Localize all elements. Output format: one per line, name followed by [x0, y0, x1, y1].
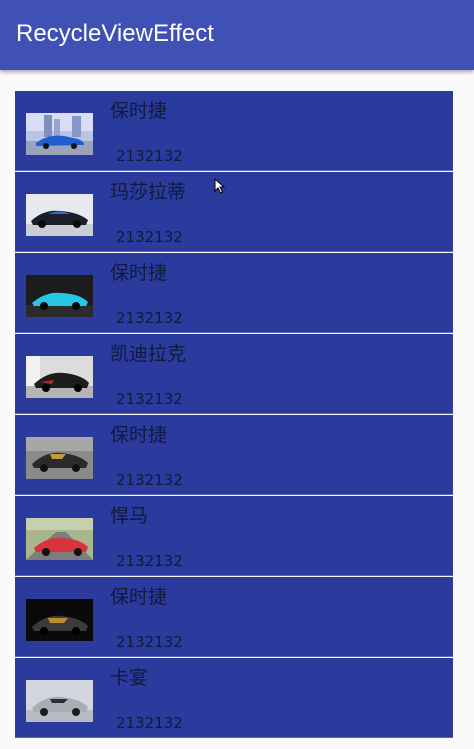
- car-name: 玛莎拉蒂: [110, 181, 187, 203]
- car-number: 2132132: [116, 309, 183, 327]
- list-item[interactable]: 保时捷 2132132: [15, 91, 453, 171]
- list-item[interactable]: 保时捷 2132132: [15, 415, 453, 495]
- list-item[interactable]: 保时捷 2132132: [15, 577, 453, 657]
- recycler-list[interactable]: 保时捷 2132132 玛莎拉蒂 2132132 保时捷 2132132 凯迪拉…: [15, 91, 453, 749]
- car-name: 保时捷: [110, 424, 168, 446]
- list-item[interactable]: 保时捷 2132132: [15, 253, 453, 333]
- car-number: 2132132: [116, 633, 183, 651]
- car-thumbnail: [26, 437, 93, 479]
- car-thumbnail: [26, 194, 93, 236]
- mouse-pointer-icon: [214, 178, 226, 194]
- car-thumbnail: [26, 680, 93, 722]
- app-bar: RecycleViewEffect: [0, 0, 474, 70]
- car-name: 保时捷: [110, 586, 168, 608]
- car-thumbnail: [26, 113, 93, 155]
- car-name: 保时捷: [110, 262, 168, 284]
- list-item[interactable]: 悍马 2132132: [15, 496, 453, 576]
- list-item[interactable]: 凯迪拉克 2132132: [15, 334, 453, 414]
- car-number: 2132132: [116, 471, 183, 489]
- car-thumbnail: [26, 356, 93, 398]
- car-name: 保时捷: [110, 100, 168, 122]
- car-number: 2132132: [116, 147, 183, 165]
- car-thumbnail: [26, 275, 93, 317]
- car-name: 卡宴: [110, 667, 149, 689]
- car-name: 凯迪拉克: [110, 343, 187, 365]
- car-number: 2132132: [116, 714, 183, 732]
- car-number: 2132132: [116, 552, 183, 570]
- car-number: 2132132: [116, 390, 183, 408]
- car-thumbnail: [26, 518, 93, 560]
- list-item[interactable]: 玛莎拉蒂 2132132: [15, 172, 453, 252]
- app-title: RecycleViewEffect: [16, 20, 214, 47]
- car-name: 悍马: [110, 505, 149, 527]
- car-thumbnail: [26, 599, 93, 641]
- car-number: 2132132: [116, 228, 183, 246]
- list-item[interactable]: 卡宴 2132132: [15, 658, 453, 738]
